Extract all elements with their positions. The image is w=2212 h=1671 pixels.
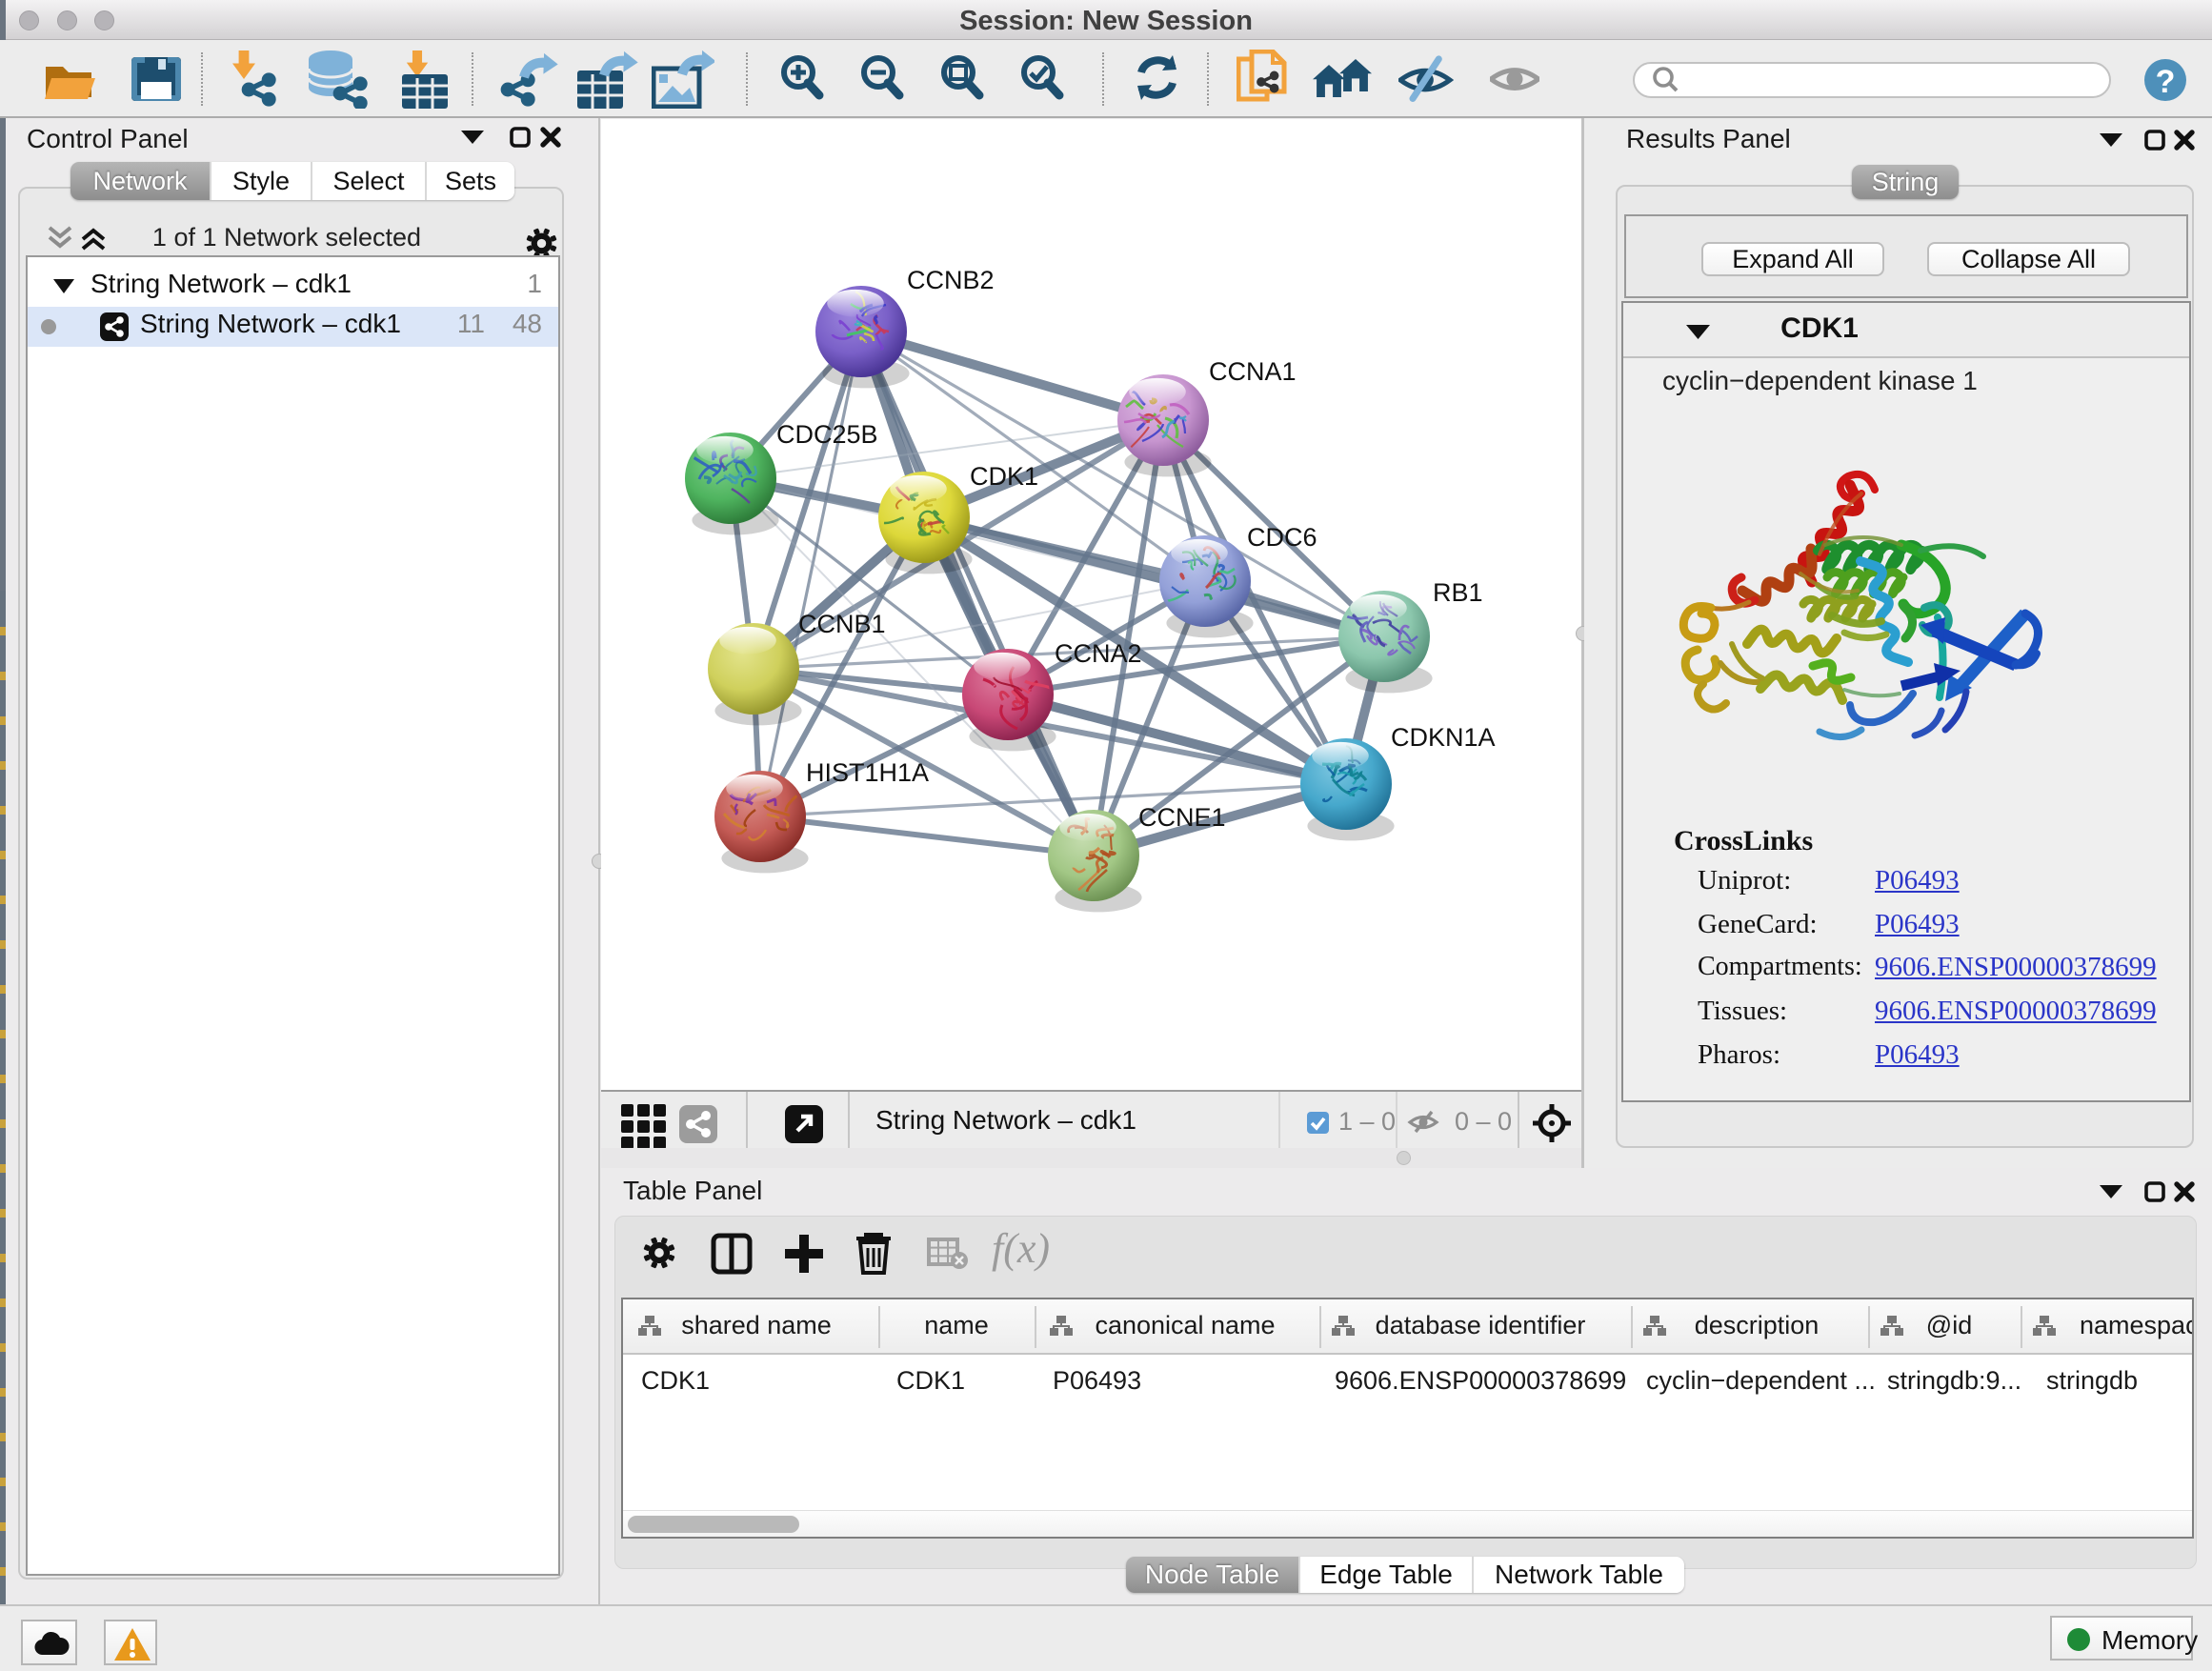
svg-text:CCNA2: CCNA2 (1055, 639, 1142, 668)
svg-text:?: ? (2156, 64, 2176, 100)
svg-text:CCNA1: CCNA1 (1209, 357, 1297, 386)
svg-text:CDC6: CDC6 (1247, 523, 1317, 552)
svg-text:CCNB1: CCNB1 (798, 610, 886, 638)
svg-text:CCNE1: CCNE1 (1138, 803, 1226, 832)
svg-text:CCNB2: CCNB2 (907, 266, 995, 294)
svg-text:RB1: RB1 (1433, 578, 1483, 607)
svg-text:CDC25B: CDC25B (776, 420, 878, 449)
svg-text:CDK1: CDK1 (970, 462, 1038, 491)
svg-text:CDKN1A: CDKN1A (1391, 723, 1496, 752)
svg-text:HIST1H1A: HIST1H1A (806, 758, 929, 787)
